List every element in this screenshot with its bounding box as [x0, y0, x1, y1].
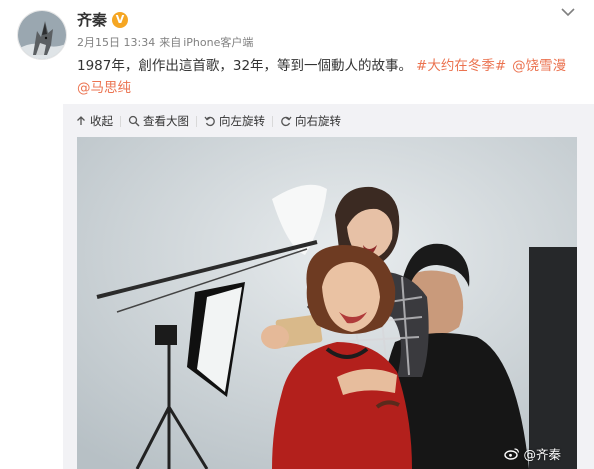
post-photo[interactable]: @齐秦: [77, 137, 577, 469]
post-body-text: 1987年，創作出這首歌，32年，等到一個動人的故事。: [77, 58, 413, 74]
toolbar-divider: [272, 115, 273, 127]
media-panel: 收起 查看大图 向左旋转 向右旋转 @齐秦: [63, 104, 594, 469]
rotate-left-label: 向左旋转: [219, 114, 265, 128]
photo-image: [77, 137, 577, 469]
rotate-left-button[interactable]: 向左旋转: [204, 113, 265, 129]
collapse-button[interactable]: 收起: [75, 113, 113, 129]
rotate-right-icon: [281, 116, 292, 127]
image-toolbar: 收起 查看大图 向左旋转 向右旋转: [75, 113, 341, 129]
post-header: 齐秦 V 2月15日 13:34 来自 iPhone客户端 1987年，創作出這首歌…: [0, 0, 594, 104]
rotate-right-label: 向右旋转: [295, 114, 341, 128]
toolbar-divider: [120, 115, 121, 127]
from-label: 来自: [159, 36, 182, 49]
rotate-right-button[interactable]: 向右旋转: [280, 113, 341, 129]
magnifier-icon: [128, 115, 140, 127]
verified-badge-icon: V: [112, 12, 128, 28]
mention-link-1[interactable]: @饶雪漫: [512, 58, 566, 74]
post-meta: 2月15日 13:34 来自 iPhone客户端: [77, 36, 253, 50]
rotate-left-icon: [204, 116, 215, 127]
mention-link-2[interactable]: @马思纯: [77, 80, 131, 96]
hashtag-link[interactable]: #大约在冬季#: [416, 58, 506, 74]
avatar[interactable]: [17, 10, 67, 60]
device-source: iPhone客户端: [183, 36, 254, 49]
arrow-up-icon: [77, 116, 85, 125]
weibo-post-card: 齐秦 V 2月15日 13:34 来自 iPhone客户端 1987年，創作出這首歌…: [0, 0, 594, 469]
author-name[interactable]: 齐秦: [77, 11, 107, 29]
watermark-text: @齐秦: [523, 447, 561, 462]
photo-watermark: @齐秦: [504, 444, 561, 463]
wolf-avatar-icon: [18, 11, 66, 59]
chevron-down-icon[interactable]: [560, 6, 576, 18]
toolbar-divider: [196, 115, 197, 127]
post-text: 1987年，創作出這首歌，32年，等到一個動人的故事。 #大约在冬季# @饶雪漫 @马…: [77, 55, 582, 99]
view-large-button[interactable]: 查看大图: [128, 113, 189, 129]
weibo-logo-icon: [504, 448, 520, 460]
collapse-label: 收起: [90, 114, 113, 128]
post-date[interactable]: 2月15日 13:34: [77, 36, 155, 49]
view-large-label: 查看大图: [143, 114, 189, 128]
